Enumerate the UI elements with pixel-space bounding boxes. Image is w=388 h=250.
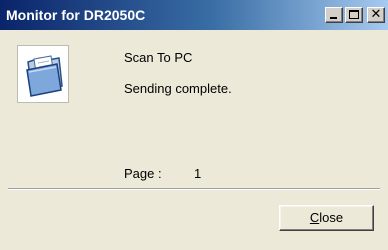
- status-text: Sending complete.: [124, 81, 232, 96]
- title-bar[interactable]: Monitor for DR2050C ✕: [0, 0, 388, 30]
- minimize-button[interactable]: [325, 7, 343, 23]
- maximize-icon: [349, 10, 359, 19]
- monitor-window: Monitor for DR2050C ✕ Scan To PC Sending: [0, 0, 388, 250]
- maximize-button[interactable]: [345, 7, 363, 23]
- close-icon: ✕: [370, 7, 382, 22]
- window-title: Monitor for DR2050C: [6, 7, 146, 23]
- close-button[interactable]: Close: [279, 205, 374, 231]
- close-window-button[interactable]: ✕: [367, 7, 385, 23]
- close-button-label: lose: [319, 210, 344, 225]
- open-folder-document-icon: [17, 45, 69, 103]
- page-value: 1: [194, 166, 202, 181]
- window-controls: ✕: [325, 7, 385, 23]
- separator: [8, 188, 380, 190]
- page-caption: Page :: [124, 166, 162, 181]
- close-button-accelerator: C: [309, 210, 320, 225]
- scan-target-text: Scan To PC: [124, 50, 193, 65]
- minimize-icon: [330, 17, 337, 19]
